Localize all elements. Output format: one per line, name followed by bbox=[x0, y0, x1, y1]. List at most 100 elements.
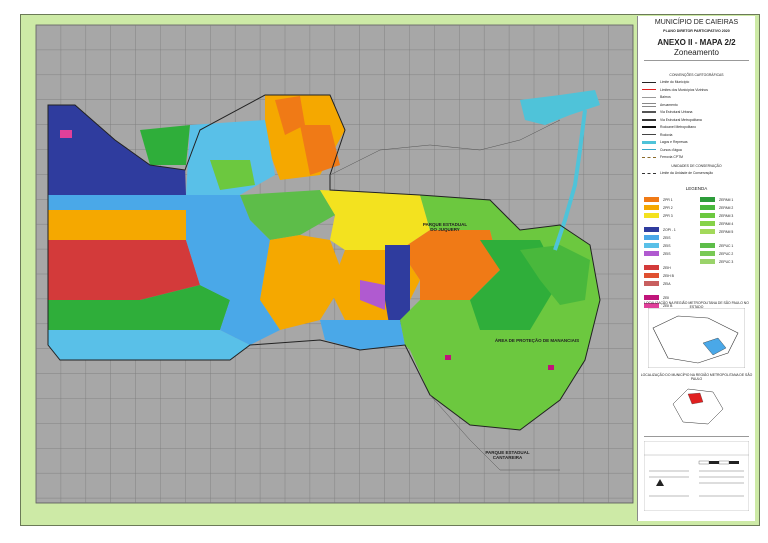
label-park-cantareira: PARQUE ESTADUAL CANTAREIRA bbox=[485, 450, 530, 460]
legend-label: ZEIA bbox=[663, 281, 671, 286]
legend-swatch bbox=[700, 197, 715, 202]
location-note: LOCALIZAÇÃO DO MUNICÍPIO NA REGIÃO METRO… bbox=[640, 373, 753, 381]
legend-swatch bbox=[644, 265, 659, 270]
convention-symbol-icon bbox=[642, 118, 656, 121]
legend-item: ZPR 1 bbox=[644, 197, 673, 202]
convention-item: Bairros bbox=[642, 95, 671, 99]
municipality-title: MUNICÍPIO DE CAIEIRAS bbox=[654, 19, 739, 26]
legend-item: ZEPUC 2 bbox=[700, 251, 733, 256]
legend-item: ZEIS bbox=[644, 251, 671, 256]
legend-item: ZOPI - 1 bbox=[644, 227, 676, 232]
legend-label: ZEIS bbox=[663, 235, 671, 240]
location-map-rmsp bbox=[672, 388, 724, 425]
convention-symbol-icon bbox=[642, 96, 656, 98]
legend-item: ZEIS bbox=[644, 235, 671, 240]
zone-zpr2-west bbox=[48, 210, 186, 240]
convention-symbol-icon bbox=[642, 140, 656, 144]
legend-label: ZEPAM 3 bbox=[719, 213, 734, 218]
uc-item: Limite da Unidade de Conservação bbox=[642, 171, 713, 175]
label-apm: ÁREA DE PROTEÇÃO DE MANANCIAIS bbox=[494, 338, 580, 343]
convention-symbol-icon bbox=[642, 149, 656, 150]
legend-swatch bbox=[700, 205, 715, 210]
convention-label: Lagos e Represas bbox=[660, 140, 688, 144]
uc-heading: UNIDADES DE CONSERVAÇÃO bbox=[671, 164, 722, 168]
convention-item: Via Estrutural Urbana bbox=[642, 110, 692, 114]
zone-zeii-east2 bbox=[548, 365, 554, 370]
legend-label: ZEPUC 3 bbox=[719, 259, 734, 264]
convention-item: Lagos e Represas bbox=[642, 140, 688, 144]
convention-item: Ferrovia CPTM bbox=[642, 155, 683, 159]
map-subject: Zoneamento bbox=[674, 48, 719, 57]
legend-item: ZEPAM 5 bbox=[700, 229, 733, 234]
legend-label: ZEPAM 4 bbox=[719, 221, 734, 226]
map-sheet: PARQUE ESTADUAL DO JUQUERY ÁREA DE PROTE… bbox=[0, 0, 768, 543]
legend-item: ZEPUC 3 bbox=[700, 259, 733, 264]
legend-item: ZEPAM 3 bbox=[700, 213, 733, 218]
legend-item: ZEIH bbox=[644, 265, 671, 270]
legend-label: ZEPUC 2 bbox=[719, 251, 734, 256]
legend-swatch bbox=[700, 243, 715, 248]
conventions-heading: CONVENÇÕES CARTOGRÁFICAS bbox=[669, 73, 724, 77]
legend-label: ZPR 3 bbox=[663, 213, 673, 218]
convention-symbol-icon bbox=[642, 102, 656, 107]
legend-item: ZEIA bbox=[644, 281, 671, 286]
convention-label: Limites dos Municípios Vizinhos bbox=[660, 87, 708, 92]
legend-swatch bbox=[644, 273, 659, 278]
annex-title: ANEXO II - MAPA 2/2 bbox=[657, 38, 736, 47]
legend-swatch bbox=[700, 259, 715, 264]
convention-label: Limite do Município bbox=[660, 80, 690, 84]
legend-item: ZPR 3 bbox=[644, 213, 673, 218]
divider-bottom bbox=[644, 436, 749, 437]
legend-label: ZEPAM 2 bbox=[719, 205, 734, 210]
convention-symbol-icon bbox=[642, 126, 656, 128]
legend-swatch bbox=[644, 295, 659, 300]
legend-swatch bbox=[644, 251, 659, 256]
convention-label: Cursos d'água bbox=[660, 147, 682, 152]
legend-item: ZEIH B bbox=[644, 273, 674, 278]
legend-label: ZEII bbox=[663, 295, 670, 300]
legend-label: ZEIS bbox=[663, 243, 671, 248]
legend-swatch bbox=[644, 227, 659, 232]
convention-label: Via Estrutural Urbana bbox=[660, 110, 693, 114]
zone-zeii-east bbox=[445, 355, 451, 360]
convention-label: Ferrovia CPTM bbox=[660, 155, 683, 159]
plan-title: PLANO DIRETOR PARTICIPATIVO 2020 bbox=[663, 29, 730, 33]
legend-swatch bbox=[644, 243, 659, 248]
convention-label: Via Estrutural Metropolitana bbox=[660, 117, 702, 122]
convention-label: Arruamento bbox=[660, 102, 678, 107]
legend-heading: LEGENDA bbox=[685, 186, 708, 191]
legend-label: ZPR 2 bbox=[663, 205, 673, 210]
convention-symbol-icon bbox=[642, 156, 656, 158]
legend-swatch bbox=[700, 229, 715, 234]
divider bbox=[644, 60, 749, 61]
legend-item: ZEPAM 4 bbox=[700, 221, 733, 226]
legend-item: ZPR 2 bbox=[644, 205, 673, 210]
convention-item: Limites dos Municípios Vizinhos bbox=[642, 88, 708, 92]
convention-label: Rodoanel Metropolitano bbox=[660, 125, 697, 129]
convention-label: Rodovia bbox=[660, 132, 673, 137]
legend-panel: MUNICÍPIO DE CAIEIRAS PLANO DIRETOR PART… bbox=[637, 16, 755, 521]
legend-swatch bbox=[700, 213, 715, 218]
label-park-juquery: PARQUE ESTADUAL DO JUQUERY bbox=[422, 222, 468, 232]
uc-item-label: Limite da Unidade de Conservação bbox=[660, 171, 713, 175]
legend-swatch bbox=[644, 213, 659, 218]
legend-item: ZEPAM 1 bbox=[700, 197, 733, 202]
legend-label: ZEPAM 1 bbox=[719, 197, 734, 202]
zone-zeis-strip bbox=[48, 195, 186, 210]
convention-item: Via Estrutural Metropolitana bbox=[642, 118, 702, 122]
convention-symbol-icon bbox=[642, 81, 656, 83]
legend-label: ZEIS bbox=[663, 251, 671, 256]
zone-zeii bbox=[60, 130, 72, 138]
legend-label: ZEIH B bbox=[663, 273, 674, 278]
convention-item: Rodovia bbox=[642, 133, 672, 137]
legend-swatch bbox=[644, 197, 659, 202]
uc-line-icon bbox=[642, 172, 656, 174]
legend-swatch bbox=[700, 251, 715, 256]
legend-label: ZEPUC 1 bbox=[719, 243, 734, 248]
legend-label: ZPR 1 bbox=[663, 197, 673, 202]
legend-item: ZEII bbox=[644, 295, 669, 300]
convention-item: Limite do Município bbox=[642, 80, 689, 84]
convention-symbol-icon bbox=[642, 89, 656, 90]
legend-swatch bbox=[644, 235, 659, 240]
location-map-state bbox=[648, 308, 745, 368]
